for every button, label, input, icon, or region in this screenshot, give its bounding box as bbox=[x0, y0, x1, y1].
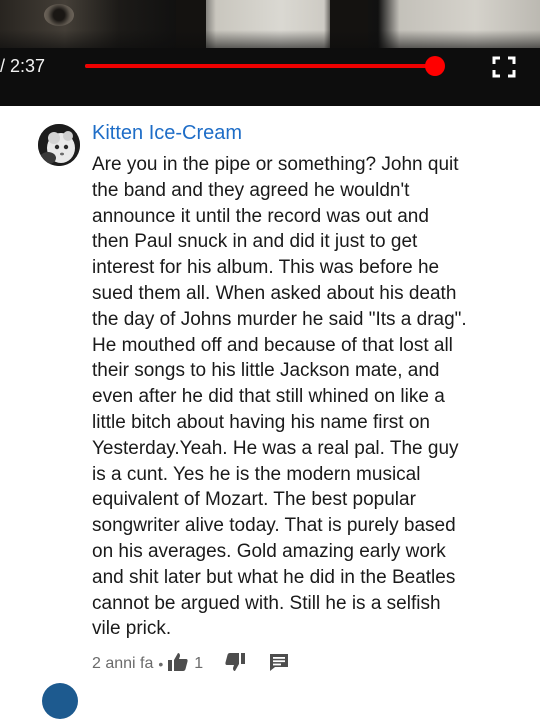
time-display: / 2:37 bbox=[0, 56, 46, 76]
video-fade bbox=[0, 30, 540, 60]
comment-text-line: songwriter alive today. That is purely b… bbox=[92, 515, 456, 537]
thumbs-up-icon[interactable] bbox=[168, 652, 188, 676]
comment-text-line: even after he did that still whined on l… bbox=[92, 386, 445, 408]
thumbs-down-icon[interactable] bbox=[225, 652, 246, 676]
comment-text-line: and shit later but what he did in the Be… bbox=[92, 566, 456, 588]
reply-icon[interactable] bbox=[269, 653, 289, 676]
comment-text-line: Yesterday.Yeah. He was a real pal. The g… bbox=[92, 437, 459, 459]
comment-text: Are you in the pipe or something? John q… bbox=[92, 152, 522, 642]
comment-text-line: announce it until the record was out and bbox=[92, 205, 429, 227]
comment-text-line: sued them all. When asked about his deat… bbox=[92, 282, 457, 304]
video-frame-detail bbox=[44, 4, 74, 26]
comment-timestamp: 2 anni fa bbox=[92, 655, 154, 672]
avatar[interactable] bbox=[38, 124, 80, 166]
comment-text-line: little bitch about having his name first… bbox=[92, 411, 430, 433]
comment-text-line: the day of Johns murder he said "Its a d… bbox=[92, 308, 467, 330]
comment-text-line: the band and they agreed he wouldn't bbox=[92, 179, 410, 201]
comment-actions: 2 anni fa • 1 bbox=[92, 652, 289, 676]
fullscreen-icon[interactable] bbox=[492, 56, 516, 78]
comment-text-line: He mouthed off and because of that lost … bbox=[92, 334, 453, 356]
comment-body: Kitten Ice-Cream Are you in the pipe or … bbox=[92, 120, 522, 642]
like-count: 1 bbox=[194, 655, 204, 672]
comment-text-line: then Paul snuck in and did it just to ge… bbox=[92, 231, 418, 253]
comment-text-line: equivalent of Mozart. The best popular bbox=[92, 489, 416, 511]
video-player[interactable]: / 2:37 bbox=[0, 0, 540, 106]
comment-text-line: cannot be argued with. Still he is a sel… bbox=[92, 592, 441, 614]
comment-text-line: Are you in the pipe or something? John q… bbox=[92, 154, 459, 175]
comment-text-line: interest for his album. This was before … bbox=[92, 257, 440, 279]
progress-scrubber[interactable] bbox=[425, 56, 446, 76]
comment-author[interactable]: Kitten Ice-Cream bbox=[92, 120, 522, 146]
progress-fill bbox=[85, 64, 436, 68]
comment-text-line: vile prick. bbox=[92, 618, 172, 640]
comment-text-line: on his averages. Gold amazing early work bbox=[92, 540, 446, 562]
separator-dot: • bbox=[158, 656, 164, 672]
comment-text-line: their songs to his little Jackson mate, … bbox=[92, 360, 440, 382]
comment-text-line: is a cunt. Yes he is the modern musical bbox=[92, 463, 421, 485]
next-comment-avatar[interactable] bbox=[42, 683, 78, 719]
progress-bar[interactable] bbox=[85, 64, 437, 68]
